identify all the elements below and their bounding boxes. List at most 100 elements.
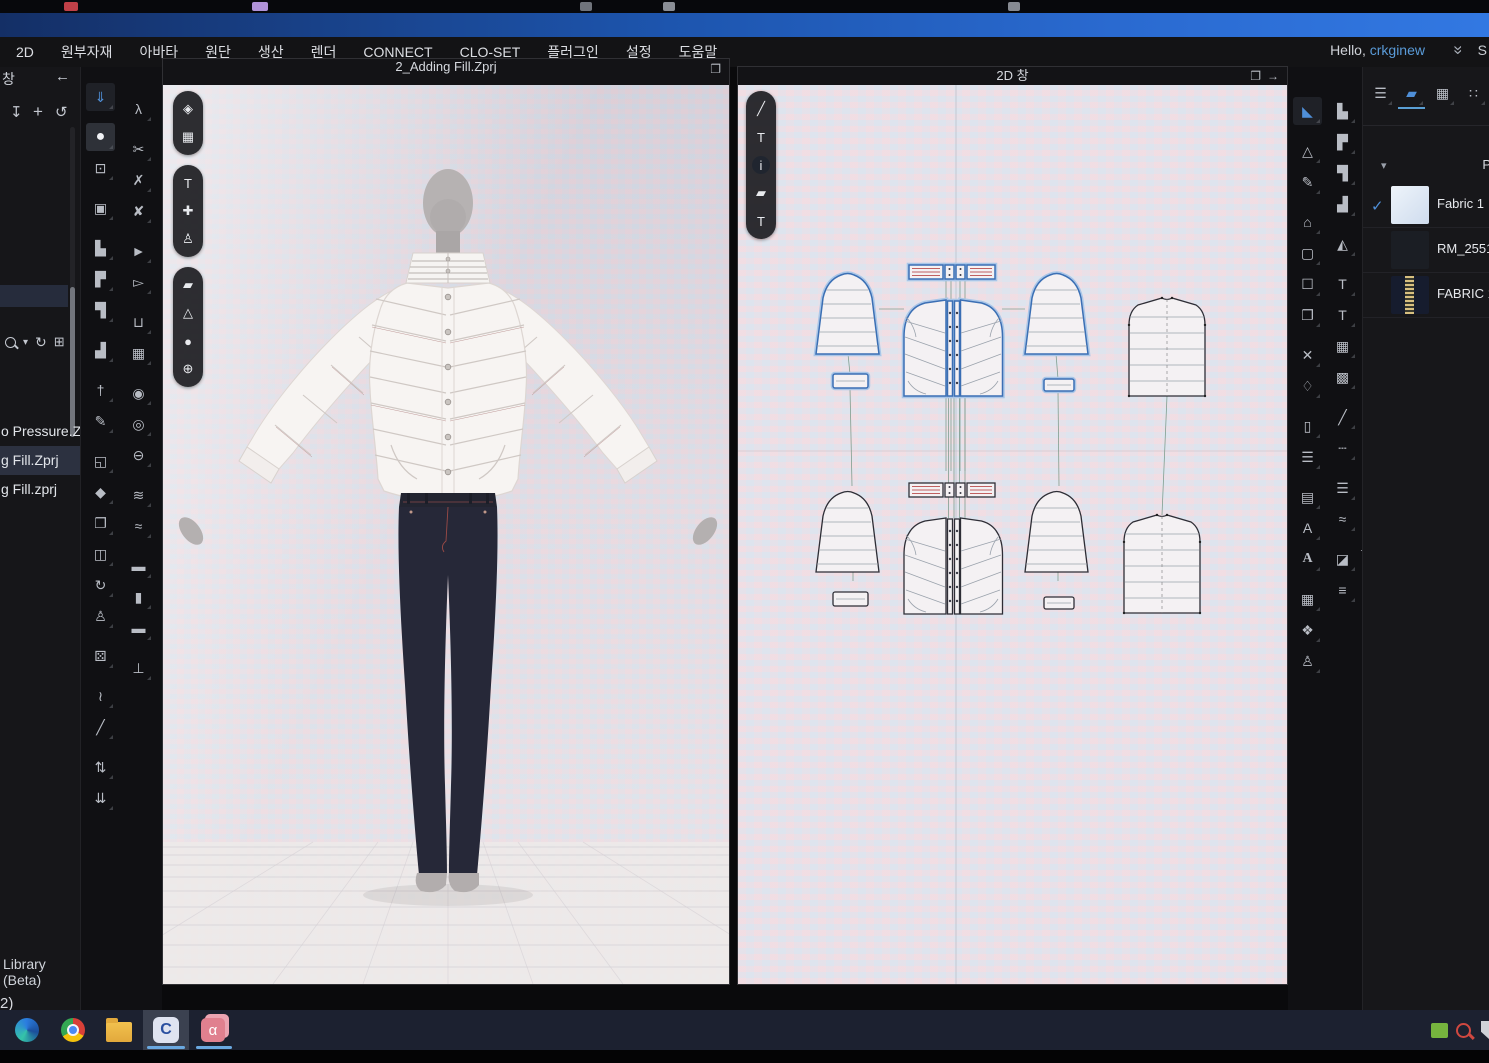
sew-detect-icon[interactable]: ▟: [1328, 190, 1357, 218]
trace-icon[interactable]: ♢: [1293, 372, 1322, 400]
zip-up-icon[interactable]: ⇅: [86, 753, 115, 781]
needle-thread-icon[interactable]: ✎: [86, 407, 115, 435]
grid-view-icon[interactable]: ⊞: [54, 334, 65, 350]
button-large-icon[interactable]: ◎: [124, 410, 153, 438]
randomize-icon[interactable]: ⚄: [86, 642, 115, 670]
rect-pattern-icon[interactable]: ▢: [1293, 239, 1322, 267]
unfold-arrangement-icon[interactable]: ◱: [86, 447, 115, 475]
file-explorer-icon[interactable]: [104, 1015, 134, 1045]
show-garment-2d-icon[interactable]: T: [748, 124, 774, 150]
quilt-stack-icon[interactable]: ≡: [1328, 576, 1357, 604]
rivet-icon[interactable]: ⊥: [124, 654, 153, 682]
fabric-2d-icon[interactable]: ▰: [748, 180, 774, 206]
fit-garment-icon[interactable]: ▟: [86, 336, 115, 364]
clo-app-icon[interactable]: C: [151, 1015, 181, 1045]
fabric-row[interactable]: RM_25510: [1363, 228, 1489, 273]
polygon-pattern-icon[interactable]: ⌂: [1293, 208, 1322, 236]
slash-seam-icon[interactable]: ╱: [1328, 403, 1357, 431]
sew-segment-icon[interactable]: ▙: [86, 234, 115, 262]
text-style-icon[interactable]: A: [1293, 545, 1322, 573]
scene-list-icon[interactable]: ☰: [1367, 79, 1394, 107]
sew-auto-icon[interactable]: ▜: [86, 296, 115, 324]
seam-strip-icon[interactable]: ▯: [1293, 412, 1322, 440]
fabric-list-expander[interactable]: ▾: [1381, 159, 1387, 172]
grading-icon[interactable]: ▦: [1293, 585, 1322, 613]
fabric-tab-icon[interactable]: ▰: [1398, 79, 1425, 109]
clone-layer-icon[interactable]: ❐: [86, 509, 115, 537]
refresh-icon[interactable]: ↻: [35, 334, 47, 351]
zipper-2d-icon[interactable]: ☰: [1293, 443, 1322, 471]
binding-alt-icon[interactable]: ▮: [124, 583, 153, 611]
file-item-selected[interactable]: g Fill.Zprj: [0, 446, 80, 475]
button-icon[interactable]: ◉: [124, 379, 153, 407]
pattern-avatar-icon[interactable]: ♙: [1293, 647, 1322, 675]
quilt-shirt-icon[interactable]: ▦: [1328, 332, 1357, 360]
garment-move-alt-icon[interactable]: ▻: [124, 268, 153, 296]
jacket-solidify-icon[interactable]: ◆: [86, 478, 115, 506]
zipper-icon[interactable]: ≋: [124, 481, 153, 509]
edge-icon[interactable]: [12, 1015, 42, 1045]
select-mesh-icon[interactable]: ▣: [86, 194, 115, 222]
elastic-icon[interactable]: ☰: [1328, 474, 1357, 502]
garment-delete-icon[interactable]: ✘: [124, 197, 153, 225]
drape-avatar-icon[interactable]: ♙: [86, 602, 115, 630]
search-icon[interactable]: [5, 337, 16, 348]
shirt-2d-icon[interactable]: T: [1328, 270, 1357, 298]
closet-app-icon[interactable]: α: [198, 1015, 228, 1045]
dock-arrow-icon[interactable]: →: [1267, 69, 1279, 83]
tape-measure-icon[interactable]: ≀: [86, 682, 115, 710]
chrome-icon[interactable]: [58, 1015, 88, 1045]
popout-window-icon[interactable]: ❐: [710, 62, 721, 76]
avatar-head-icon[interactable]: ●: [175, 328, 201, 354]
sew-free-icon[interactable]: ▛: [86, 265, 115, 293]
library-scrollbar[interactable]: [70, 127, 75, 417]
lock-garment-icon[interactable]: T: [748, 208, 774, 234]
globe-icon[interactable]: ⊕: [175, 356, 201, 382]
transform-2d-icon[interactable]: △: [1293, 137, 1322, 165]
walk-avatar-icon[interactable]: λ: [124, 95, 153, 123]
trims-tab-icon[interactable]: ∷: [1460, 79, 1487, 107]
edit-curve-icon[interactable]: ✎: [1293, 168, 1322, 196]
notch-icon[interactable]: ✕: [1293, 341, 1322, 369]
iron-icon[interactable]: ◭: [1328, 230, 1357, 258]
select-move-icon[interactable]: ●: [86, 123, 115, 151]
pin-icon[interactable]: †: [86, 376, 115, 404]
paste-pattern-icon[interactable]: ❐: [1293, 301, 1322, 329]
garment-cut-icon[interactable]: ✂: [124, 135, 153, 163]
fabric-swatch[interactable]: [1391, 276, 1429, 314]
info-icon[interactable]: i: [748, 152, 774, 178]
fabric-row[interactable]: ✓ Fabric 1: [1363, 183, 1489, 228]
light-icon[interactable]: △: [175, 300, 201, 326]
flatten-icon[interactable]: ◫: [86, 540, 115, 568]
viewport-3d[interactable]: ◈▦ T✚♙ ▰△●⊕: [163, 85, 729, 984]
garment-move-icon[interactable]: ►: [124, 237, 153, 265]
tape-2d-icon[interactable]: ▤: [1293, 483, 1322, 511]
text-icon[interactable]: A: [1293, 514, 1322, 542]
library-selected-row[interactable]: [0, 285, 68, 307]
fabric-row[interactable]: FABRIC 1: [1363, 273, 1489, 318]
transform-pattern-icon[interactable]: ⊡: [86, 154, 115, 182]
ruler-icon[interactable]: ╱: [86, 713, 115, 741]
username[interactable]: crkginew: [1370, 42, 1425, 58]
sew-modify-icon[interactable]: ▛: [1328, 128, 1357, 156]
pin-brush-icon[interactable]: ✚: [175, 198, 201, 224]
garment-3d-jeans[interactable]: [398, 493, 497, 875]
viewport-2d[interactable]: ╱Ti▰T: [738, 85, 1287, 984]
avatar-icon[interactable]: ♙: [175, 226, 201, 252]
piping-icon[interactable]: ▬: [124, 614, 153, 642]
filter-dropdown-icon[interactable]: ▾: [23, 337, 28, 348]
menu-2d[interactable]: 2D: [16, 44, 34, 60]
security-shield-icon[interactable]: [1474, 1015, 1489, 1045]
show-garment-icon[interactable]: T: [175, 170, 201, 196]
zip-down-icon[interactable]: ⇊: [86, 784, 115, 812]
view-cube-icon[interactable]: ◈: [175, 96, 201, 122]
download-icon[interactable]: ↧: [10, 103, 23, 121]
popout-window-icon[interactable]: ❐: [1250, 69, 1261, 83]
account-greeting[interactable]: Hello, crkginew: [1330, 42, 1425, 58]
print-tab-icon[interactable]: ▦: [1429, 79, 1456, 107]
fabric-swatch[interactable]: [1391, 231, 1429, 269]
textured-garment-icon[interactable]: ▦: [175, 124, 201, 150]
dashed-seam-icon[interactable]: ┄: [1328, 434, 1357, 462]
library-beta-label[interactable]: Library (Beta): [3, 956, 80, 988]
menu-subsidiary-materials[interactable]: 원부자재: [61, 42, 113, 62]
